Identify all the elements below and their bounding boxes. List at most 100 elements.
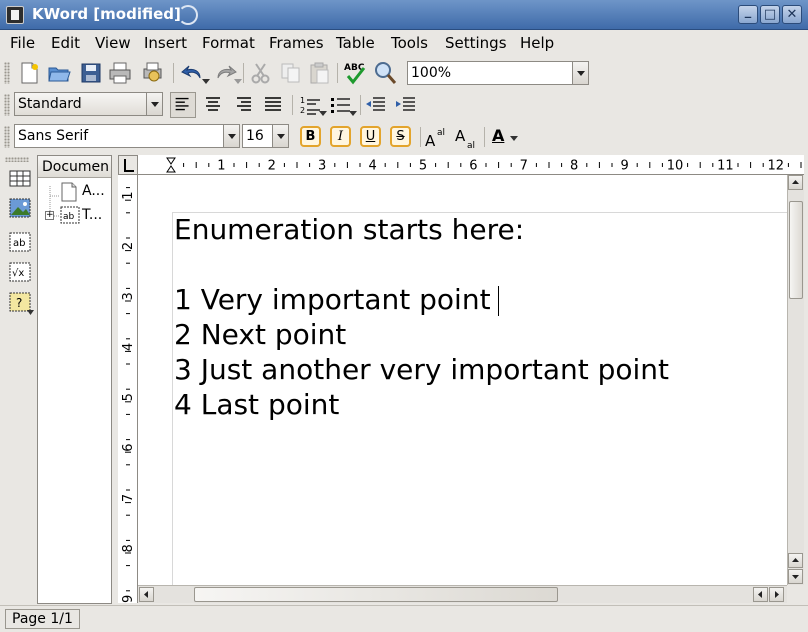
list-item[interactable]: 4 Last point	[174, 388, 339, 421]
horizontal-scroll-thumb[interactable]	[194, 587, 558, 602]
horizontal-scrollbar[interactable]	[138, 585, 787, 603]
align-right-icon[interactable]	[230, 92, 256, 118]
text-color-letter: A	[492, 126, 505, 145]
scroll-up-button[interactable]	[788, 553, 803, 568]
menu-file[interactable]: File	[10, 34, 35, 52]
insert-formula-icon[interactable]: √x	[8, 261, 32, 283]
vertical-scrollbar[interactable]	[787, 175, 804, 585]
ruler-label: 2	[268, 159, 276, 174]
document-structure-panel: Documen A... + ab T...	[37, 155, 112, 604]
bullet-list-dropdown-icon[interactable]	[349, 111, 357, 116]
scroll-down-button[interactable]	[788, 569, 803, 584]
numbered-list-dropdown-icon[interactable]	[319, 111, 327, 116]
ruler-label: 9	[121, 595, 136, 603]
italic-button[interactable]: I	[330, 126, 351, 147]
horizontal-ruler[interactable]: 1234567891011121314	[138, 155, 804, 175]
copy-icon[interactable]	[278, 60, 304, 86]
svg-text:ab: ab	[13, 238, 25, 249]
menu-format[interactable]: Format	[202, 34, 255, 52]
print-icon[interactable]	[107, 60, 133, 86]
menu-settings[interactable]: Settings	[445, 34, 507, 52]
toolbar-handle[interactable]	[4, 126, 10, 148]
scroll-left-button[interactable]	[139, 587, 154, 602]
strikeout-button[interactable]: S	[390, 126, 411, 147]
ruler-label: 7	[520, 159, 528, 174]
insert-table-icon[interactable]	[8, 167, 32, 189]
tree-item-arrangement[interactable]: A...	[82, 183, 105, 199]
menu-table[interactable]: Table	[336, 34, 375, 52]
subscript-icon[interactable]: Aal	[454, 124, 480, 150]
arrow-right-icon	[775, 591, 779, 598]
tree-expand-icon[interactable]: +	[45, 211, 54, 220]
format-toolbar: Standard 12	[0, 89, 808, 120]
ruler-label: 9	[620, 159, 628, 174]
paste-icon[interactable]	[306, 60, 332, 86]
menu-view[interactable]: View	[95, 34, 131, 52]
kword-app-icon[interactable]	[6, 6, 24, 24]
tree-item-text-frames[interactable]: T...	[82, 207, 102, 223]
document-structure-header[interactable]: Documen	[38, 156, 111, 178]
menu-help[interactable]: Help	[520, 34, 554, 52]
vertical-scroll-thumb[interactable]	[789, 201, 803, 299]
ruler-label: 8	[570, 159, 578, 174]
increase-indent-icon[interactable]	[393, 92, 419, 118]
open-folder-icon[interactable]	[46, 60, 72, 86]
underline-button[interactable]: U	[360, 126, 381, 147]
indent-marker[interactable]	[166, 157, 176, 173]
cut-icon[interactable]	[248, 60, 274, 86]
menu-insert[interactable]: Insert	[144, 34, 187, 52]
svg-text:√x: √x	[12, 268, 24, 279]
menu-edit[interactable]: Edit	[51, 34, 80, 52]
swirl-icon	[178, 5, 198, 25]
insert-object-dropdown-icon[interactable]	[27, 310, 34, 315]
chevron-down-icon[interactable]	[572, 62, 588, 84]
chevron-down-icon[interactable]	[146, 93, 162, 115]
text-color-dropdown-icon[interactable]	[510, 136, 518, 141]
toolbar-handle[interactable]	[5, 157, 29, 162]
align-center-icon[interactable]	[200, 92, 226, 118]
list-item[interactable]: 1 Very important point	[174, 283, 491, 316]
bold-button[interactable]: B	[300, 126, 321, 147]
insert-text-frame-icon[interactable]: ab	[8, 231, 32, 253]
font-family-combo[interactable]: Sans Serif	[14, 124, 240, 148]
toolbar-handle[interactable]	[4, 62, 10, 84]
undo-dropdown-icon[interactable]	[202, 79, 210, 84]
superscript-icon[interactable]: Aal	[424, 124, 450, 150]
chevron-down-icon[interactable]	[272, 125, 288, 147]
arrow-up-icon	[792, 180, 799, 184]
font-size-combo[interactable]: 16	[242, 124, 289, 148]
print-preview-icon[interactable]	[139, 60, 165, 86]
paragraph-style-value: Standard	[18, 96, 82, 112]
vertical-ruler[interactable]: 1 2 3 4 5 6 7 8 9	[118, 175, 138, 603]
decrease-indent-icon[interactable]	[363, 92, 389, 118]
maximize-button[interactable]	[760, 5, 780, 24]
zoom-combo[interactable]: 100%	[407, 61, 589, 85]
align-justify-icon[interactable]	[260, 92, 286, 118]
save-icon[interactable]	[78, 60, 104, 86]
tab-stop-selector[interactable]	[118, 155, 138, 175]
scroll-right-button[interactable]	[769, 587, 784, 602]
insert-picture-icon[interactable]	[8, 197, 32, 219]
minimize-button[interactable]	[738, 5, 758, 24]
spellcheck-icon[interactable]: ABC	[342, 60, 368, 86]
document-canvas[interactable]: Enumeration starts here: 1 Very importan…	[138, 175, 787, 585]
chevron-down-icon[interactable]	[223, 125, 239, 147]
toolbar-handle[interactable]	[4, 94, 10, 116]
scroll-left-button[interactable]	[753, 587, 768, 602]
svg-text:2: 2	[300, 106, 305, 115]
menu-frames[interactable]: Frames	[269, 34, 324, 52]
document-heading[interactable]: Enumeration starts here:	[174, 213, 524, 246]
find-icon[interactable]	[372, 60, 398, 86]
close-button[interactable]	[782, 5, 802, 24]
new-document-icon[interactable]	[16, 60, 42, 86]
list-item[interactable]: 2 Next point	[174, 318, 346, 351]
align-left-icon[interactable]	[170, 92, 196, 118]
list-item[interactable]: 3 Just another very important point	[174, 353, 669, 386]
menu-tools[interactable]: Tools	[391, 34, 428, 52]
redo-dropdown-icon[interactable]	[234, 79, 242, 84]
paragraph-style-combo[interactable]: Standard	[14, 92, 163, 116]
scroll-up-button[interactable]	[788, 175, 803, 190]
toolbar-separator	[292, 95, 293, 115]
arrow-up-icon	[792, 558, 799, 562]
text-color-button[interactable]: A	[490, 126, 510, 148]
